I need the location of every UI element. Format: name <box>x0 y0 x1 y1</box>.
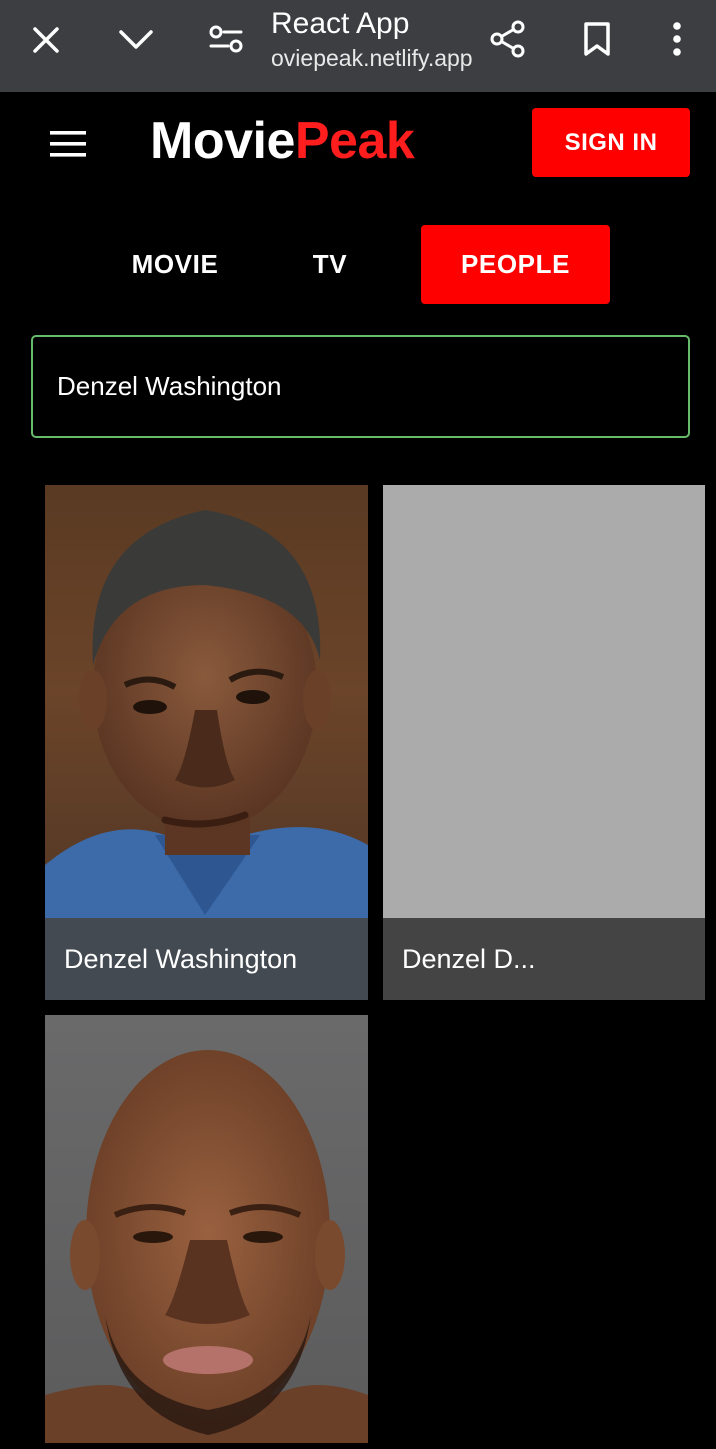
tab-tv[interactable]: TV <box>280 225 380 304</box>
person-photo <box>45 1050 368 1443</box>
image-placeholder <box>383 485 705 918</box>
share-icon[interactable] <box>489 19 527 59</box>
logo-text-peak: Peak <box>294 112 415 170</box>
search-input[interactable] <box>31 335 690 438</box>
person-card[interactable]: Denzel D... <box>383 485 705 1000</box>
sign-in-button[interactable]: SIGN IN <box>532 108 690 177</box>
close-icon[interactable] <box>30 24 62 56</box>
browser-page-title: React App <box>271 7 410 40</box>
site-settings-icon[interactable] <box>208 22 244 56</box>
logo[interactable]: MoviePeak <box>150 110 415 172</box>
page: React App oviepeak.netlify.app MoviePeak… <box>0 0 716 1449</box>
logo-text-movie: Movie <box>150 112 295 170</box>
person-card[interactable] <box>45 1015 368 1443</box>
tab-movie[interactable]: MOVIE <box>110 225 240 304</box>
more-vert-icon[interactable] <box>670 20 684 58</box>
browser-url[interactable]: oviepeak.netlify.app <box>271 44 473 72</box>
person-card[interactable]: Denzel Washington <box>45 485 368 1000</box>
person-name: Denzel D... <box>383 918 705 1000</box>
tab-people[interactable]: PEOPLE <box>421 225 610 304</box>
bookmark-icon[interactable] <box>582 21 612 57</box>
hamburger-menu-icon[interactable] <box>50 128 86 160</box>
browser-toolbar: React App oviepeak.netlify.app <box>0 0 716 92</box>
chevron-down-icon[interactable] <box>117 26 155 52</box>
person-name: Denzel Washington <box>45 918 368 1000</box>
